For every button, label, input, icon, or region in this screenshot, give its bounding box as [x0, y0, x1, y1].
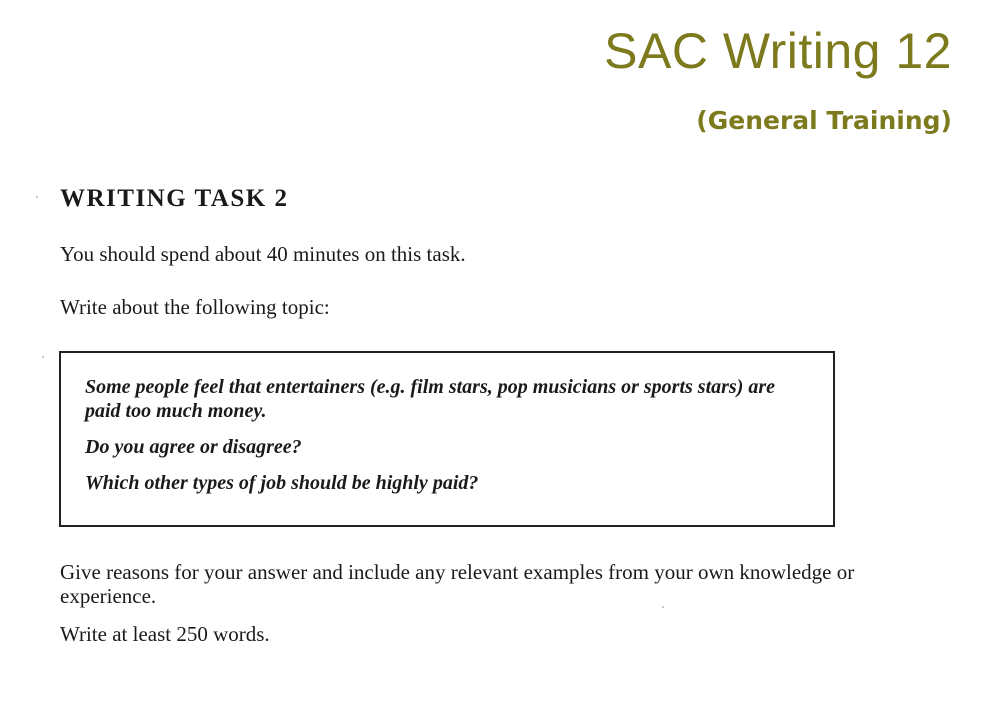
brand-subtitle: (General Training)	[696, 106, 952, 135]
scan-speck	[662, 606, 664, 608]
prompt-question-agree: Do you agree or disagree?	[85, 436, 302, 458]
task-heading: WRITING TASK 2	[60, 185, 289, 212]
reasons-instruction: Give reasons for your answer and include…	[60, 560, 855, 608]
prompt-box: Some people feel that entertainers (e.g.…	[59, 351, 835, 527]
brand-title: SAC Writing 12	[604, 23, 952, 79]
topic-instruction: Write about the following topic:	[60, 295, 330, 319]
prompt-question-jobs: Which other types of job should be highl…	[85, 472, 479, 494]
scan-speck	[36, 196, 38, 198]
time-instruction: You should spend about 40 minutes on thi…	[60, 242, 466, 266]
word-count-instruction: Write at least 250 words.	[60, 622, 270, 646]
prompt-statement: Some people feel that entertainers (e.g.…	[85, 376, 776, 422]
scan-speck	[42, 356, 44, 358]
